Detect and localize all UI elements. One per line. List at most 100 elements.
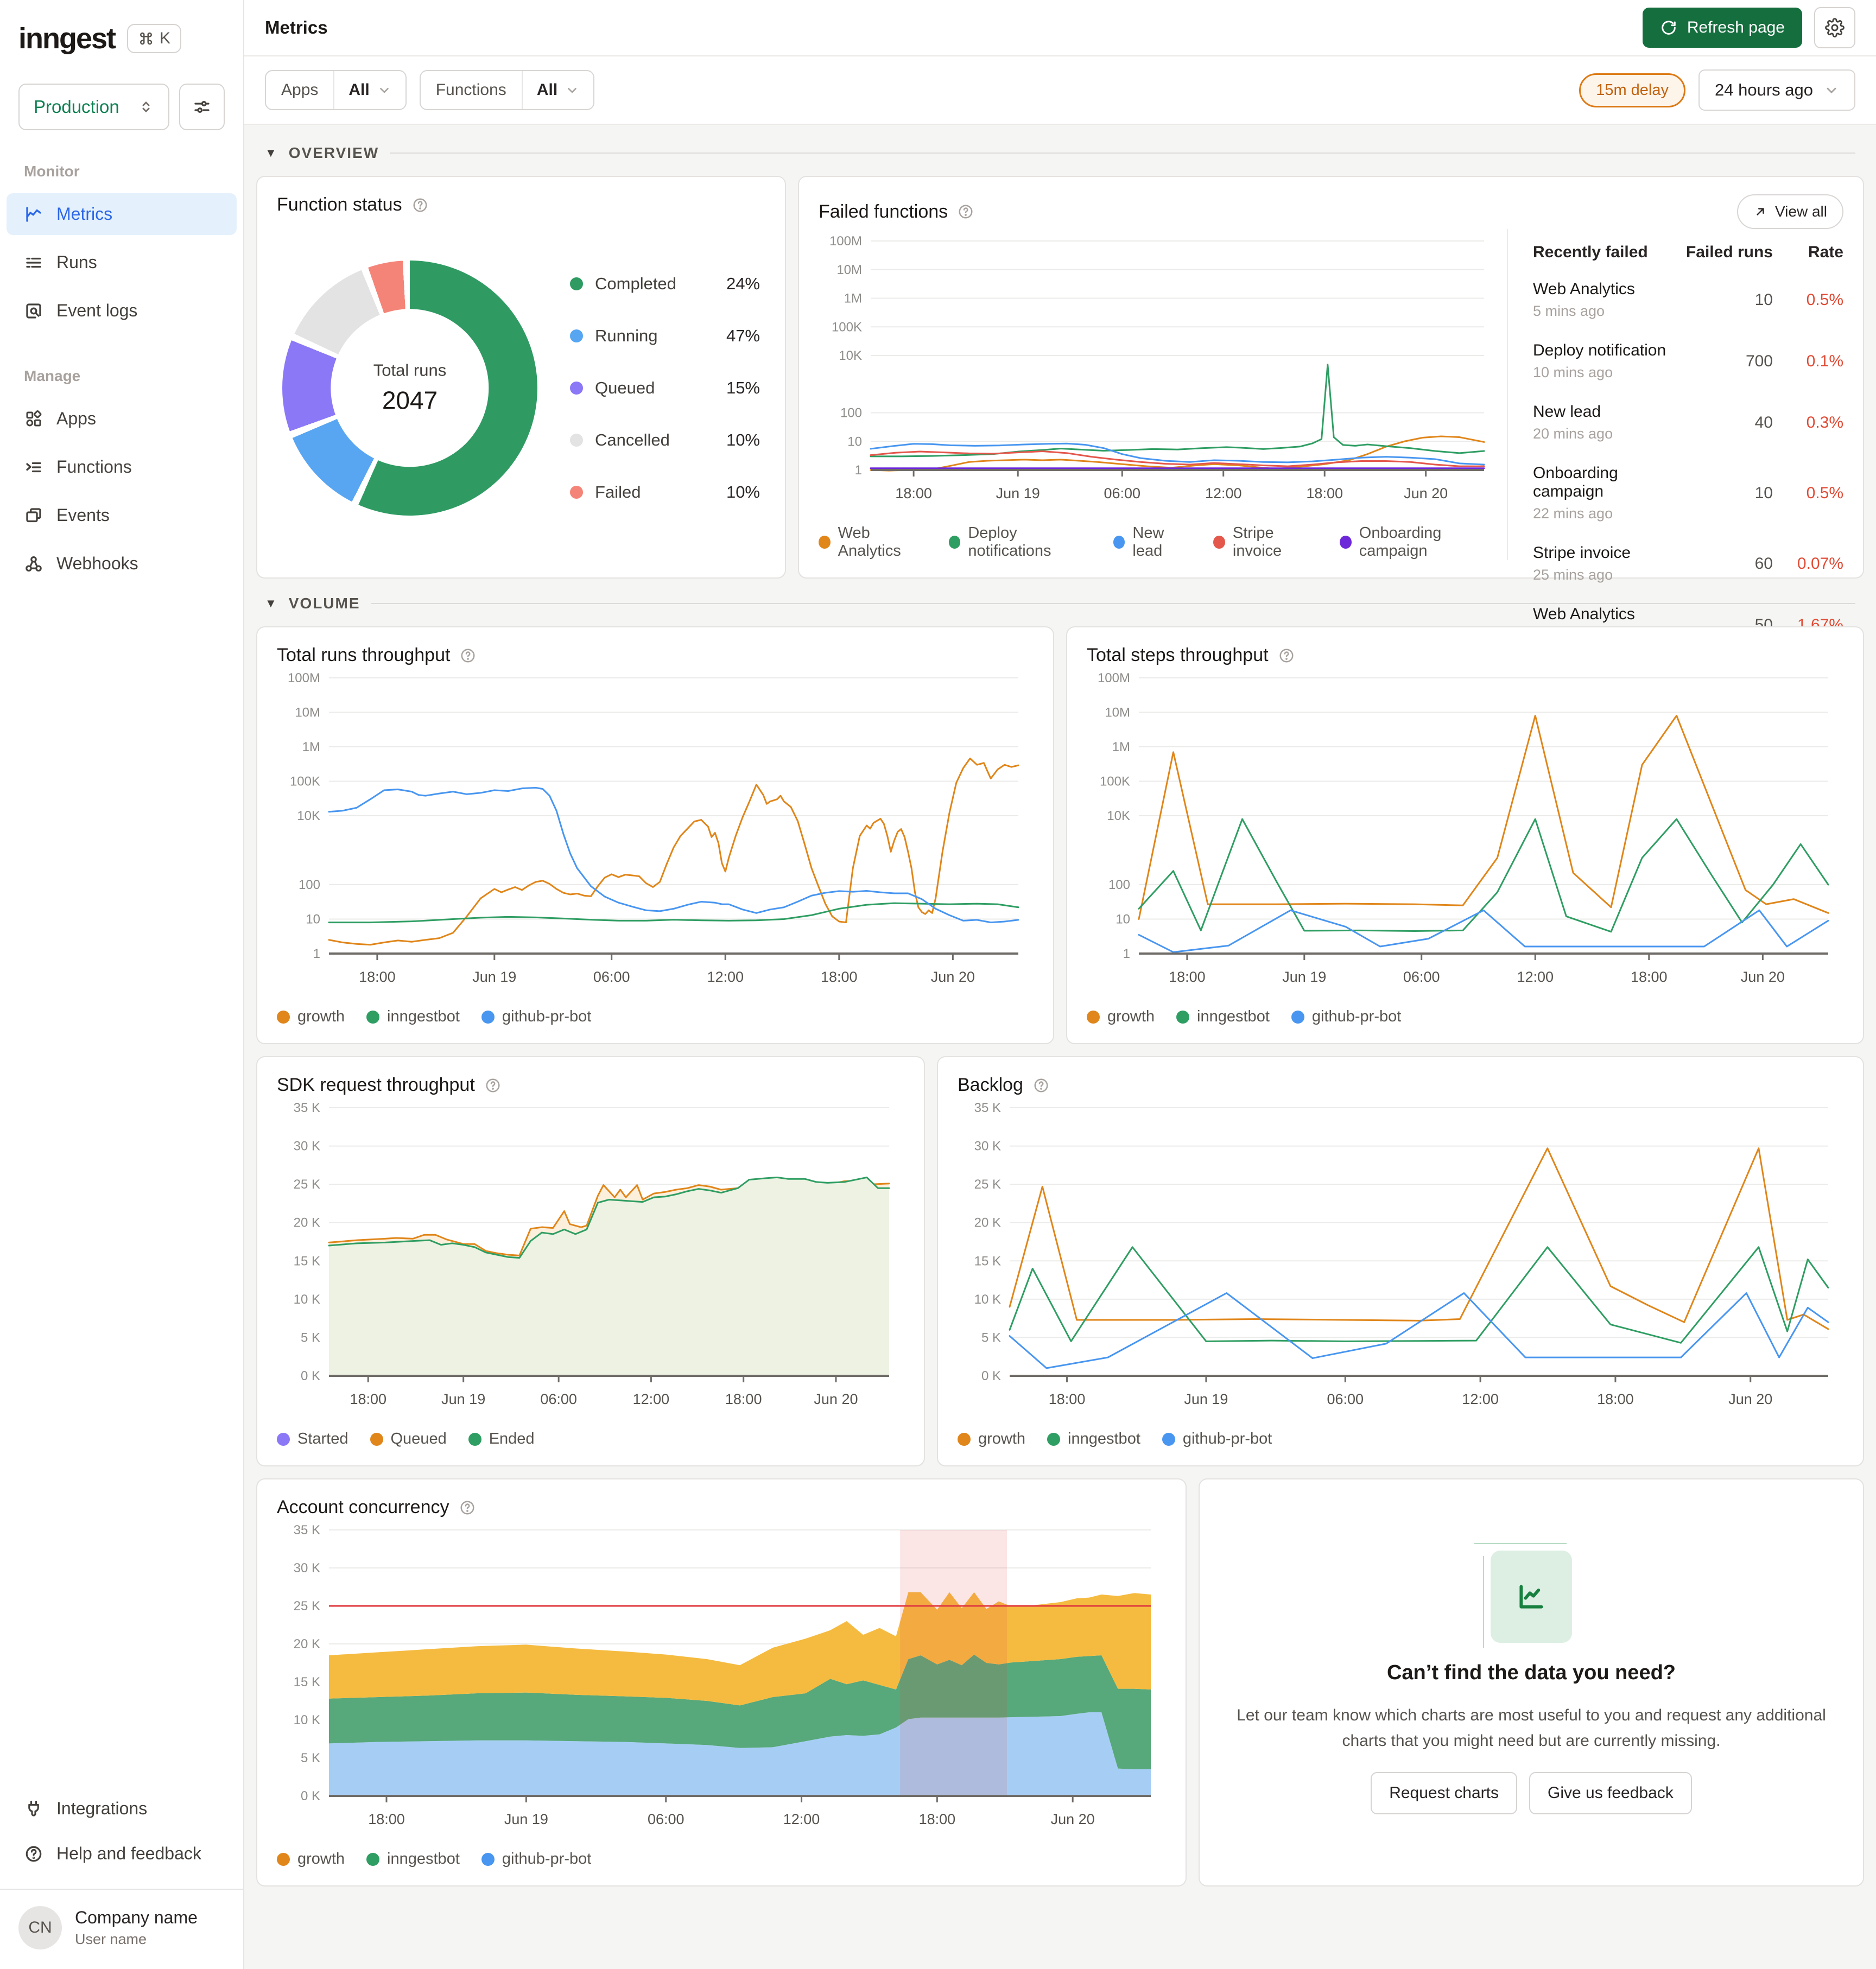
sidebar-item-runs[interactable]: Runs [7, 242, 237, 283]
svg-text:12:00: 12:00 [633, 1391, 670, 1407]
apps-filter[interactable]: Apps All [265, 70, 407, 110]
legend-item[interactable]: github-pr-bot [481, 1850, 591, 1868]
svg-text:10 K: 10 K [294, 1292, 320, 1307]
table-row[interactable]: Web Analytics 5 mins ago 10 0.5% [1533, 269, 1843, 331]
apps-filter-value: All [348, 81, 370, 99]
help-circle-icon[interactable] [1278, 647, 1295, 664]
legend-item[interactable]: inngestbot [1047, 1430, 1140, 1448]
status-legend-row: Queued 15% [570, 362, 760, 414]
give-feedback-button[interactable]: Give us feedback [1529, 1772, 1692, 1814]
legend-item[interactable]: Ended [468, 1430, 535, 1448]
page-title: Metrics [265, 17, 328, 37]
status-pct: 10% [726, 482, 760, 501]
legend-item[interactable]: Queued [370, 1430, 447, 1448]
table-row[interactable]: Deploy notification 10 mins ago 700 0.1% [1533, 331, 1843, 392]
legend-item[interactable]: growth [277, 1850, 345, 1868]
environment-filter-button[interactable] [179, 84, 225, 130]
legend-dot [277, 1010, 290, 1024]
legend-label: Started [297, 1430, 348, 1447]
total-steps-card: Total steps throughput 100M 10M 1M 100K 10K 1… [1066, 626, 1864, 1044]
functions-filter-value: All [536, 81, 558, 99]
svg-text:18:00: 18:00 [725, 1391, 762, 1407]
functions-filter[interactable]: Functions All [419, 70, 595, 110]
legend-item[interactable]: inngestbot [366, 1008, 460, 1026]
legend-item[interactable]: github-pr-bot [1162, 1430, 1272, 1448]
overview-section-header[interactable]: ▼ OVERVIEW [265, 144, 1855, 162]
sidebar-item-functions[interactable]: Functions [7, 446, 237, 488]
legend-item[interactable]: growth [1087, 1008, 1155, 1026]
sliders-icon [194, 101, 210, 113]
help-circle-icon[interactable] [412, 197, 428, 213]
total-steps-legend: growth inngestbot github-pr-bot [1087, 1008, 1843, 1026]
backlog-legend: growth inngestbot github-pr-bot [958, 1430, 1843, 1448]
legend-item[interactable]: inngestbot [366, 1850, 460, 1868]
legend-item[interactable]: inngestbot [1176, 1008, 1270, 1026]
svg-text:18:00: 18:00 [919, 1811, 956, 1827]
svg-text:18:00: 18:00 [359, 969, 396, 985]
kbd-key-label: K [160, 29, 171, 47]
help-circle-icon[interactable] [460, 647, 476, 664]
legend-item[interactable]: Stripe invoice [1213, 524, 1318, 560]
content-area: ▼ OVERVIEW Function status Total runs 20… [244, 125, 1876, 1969]
sidebar-item-metrics[interactable]: Metrics [7, 193, 237, 235]
legend-item[interactable]: Onboarding campaign [1340, 524, 1499, 560]
legend-item[interactable]: growth [958, 1430, 1025, 1448]
environment-select[interactable]: Production [18, 84, 169, 130]
svg-text:Jun 20: Jun 20 [1404, 485, 1448, 501]
sidebar-item-events[interactable]: Events [7, 494, 237, 536]
sdk-chart: 35 K 30 K 25 K 20 K 15 K 10 K 5 K 0 K 18:00 Jun 1… [277, 1096, 904, 1426]
command-k-shortcut[interactable]: K [127, 24, 182, 53]
sidebar-item-label: Runs [56, 252, 97, 272]
legend-item[interactable]: Deploy notifications [948, 524, 1092, 560]
sidebar-item-event-logs[interactable]: Event logs [7, 290, 237, 332]
svg-text:100M: 100M [829, 234, 862, 249]
request-charts-button[interactable]: Request charts [1371, 1772, 1517, 1814]
sidebar-item-help[interactable]: Help and feedback [7, 1833, 237, 1875]
table-row[interactable]: Stripe invoice 25 mins ago 60 0.07% [1533, 533, 1843, 594]
sidebar-item-apps[interactable]: Apps [7, 398, 237, 440]
refresh-page-button[interactable]: Refresh page [1642, 8, 1802, 48]
svg-text:25 K: 25 K [974, 1177, 1001, 1192]
legend-item[interactable]: github-pr-bot [481, 1008, 591, 1026]
chevron-down-icon [1827, 87, 1836, 94]
legend-label: growth [978, 1430, 1026, 1447]
failed-runs-value: 40 [1754, 413, 1773, 431]
help-circle-icon[interactable] [485, 1077, 501, 1094]
table-row[interactable]: New lead 20 mins ago 40 0.3% [1533, 392, 1843, 453]
view-all-button[interactable]: View all [1737, 194, 1843, 229]
help-circle-icon[interactable] [958, 204, 974, 220]
legend-item[interactable]: github-pr-bot [1291, 1008, 1401, 1026]
legend-label: inngestbot [1068, 1430, 1140, 1447]
legend-item[interactable]: Started [277, 1430, 348, 1448]
sidebar-item-label: Events [56, 505, 110, 525]
legend-dot [958, 1432, 971, 1446]
svg-text:Jun 19: Jun 19 [1282, 969, 1326, 985]
table-row[interactable]: Onboarding campaign 22 mins ago 10 0.5% [1533, 453, 1843, 533]
svg-text:100M: 100M [1098, 671, 1130, 685]
backlog-title: Backlog [958, 1075, 1023, 1095]
sidebar-item-integrations[interactable]: Integrations [7, 1788, 237, 1830]
legend-item[interactable]: New lead [1113, 524, 1191, 560]
account-concurrency-card: Account concurrency 35 K 30 K 25 K 20 K 15 K… [256, 1478, 1187, 1887]
total-runs-legend: growth inngestbot github-pr-bot [277, 1008, 1034, 1026]
svg-text:18:00: 18:00 [1169, 969, 1206, 985]
legend-item[interactable]: growth [277, 1008, 345, 1026]
help-circle-icon[interactable] [459, 1500, 476, 1516]
svg-text:1M: 1M [302, 740, 320, 754]
settings-button[interactable] [1814, 7, 1855, 48]
svg-text:18:00: 18:00 [1306, 485, 1343, 501]
time-range-select[interactable]: 24 hours ago [1698, 69, 1855, 111]
status-legend-row: Running 47% [570, 310, 760, 362]
donut-center-value: 2047 [382, 386, 438, 415]
profile-button[interactable]: CN Company name User name [0, 1890, 243, 1969]
legend-dot [570, 433, 583, 447]
svg-text:10K: 10K [1107, 809, 1130, 823]
svg-text:30 K: 30 K [974, 1139, 1001, 1154]
help-circle-icon[interactable] [1033, 1077, 1049, 1094]
failed-runs-value: 700 [1745, 352, 1773, 370]
sidebar-item-webhooks[interactable]: Webhooks [7, 543, 237, 585]
donut-center-label: Total runs [373, 360, 447, 380]
legend-item[interactable]: Web Analytics [819, 524, 927, 560]
svg-text:Jun 20: Jun 20 [814, 1391, 858, 1407]
command-icon [140, 32, 153, 45]
